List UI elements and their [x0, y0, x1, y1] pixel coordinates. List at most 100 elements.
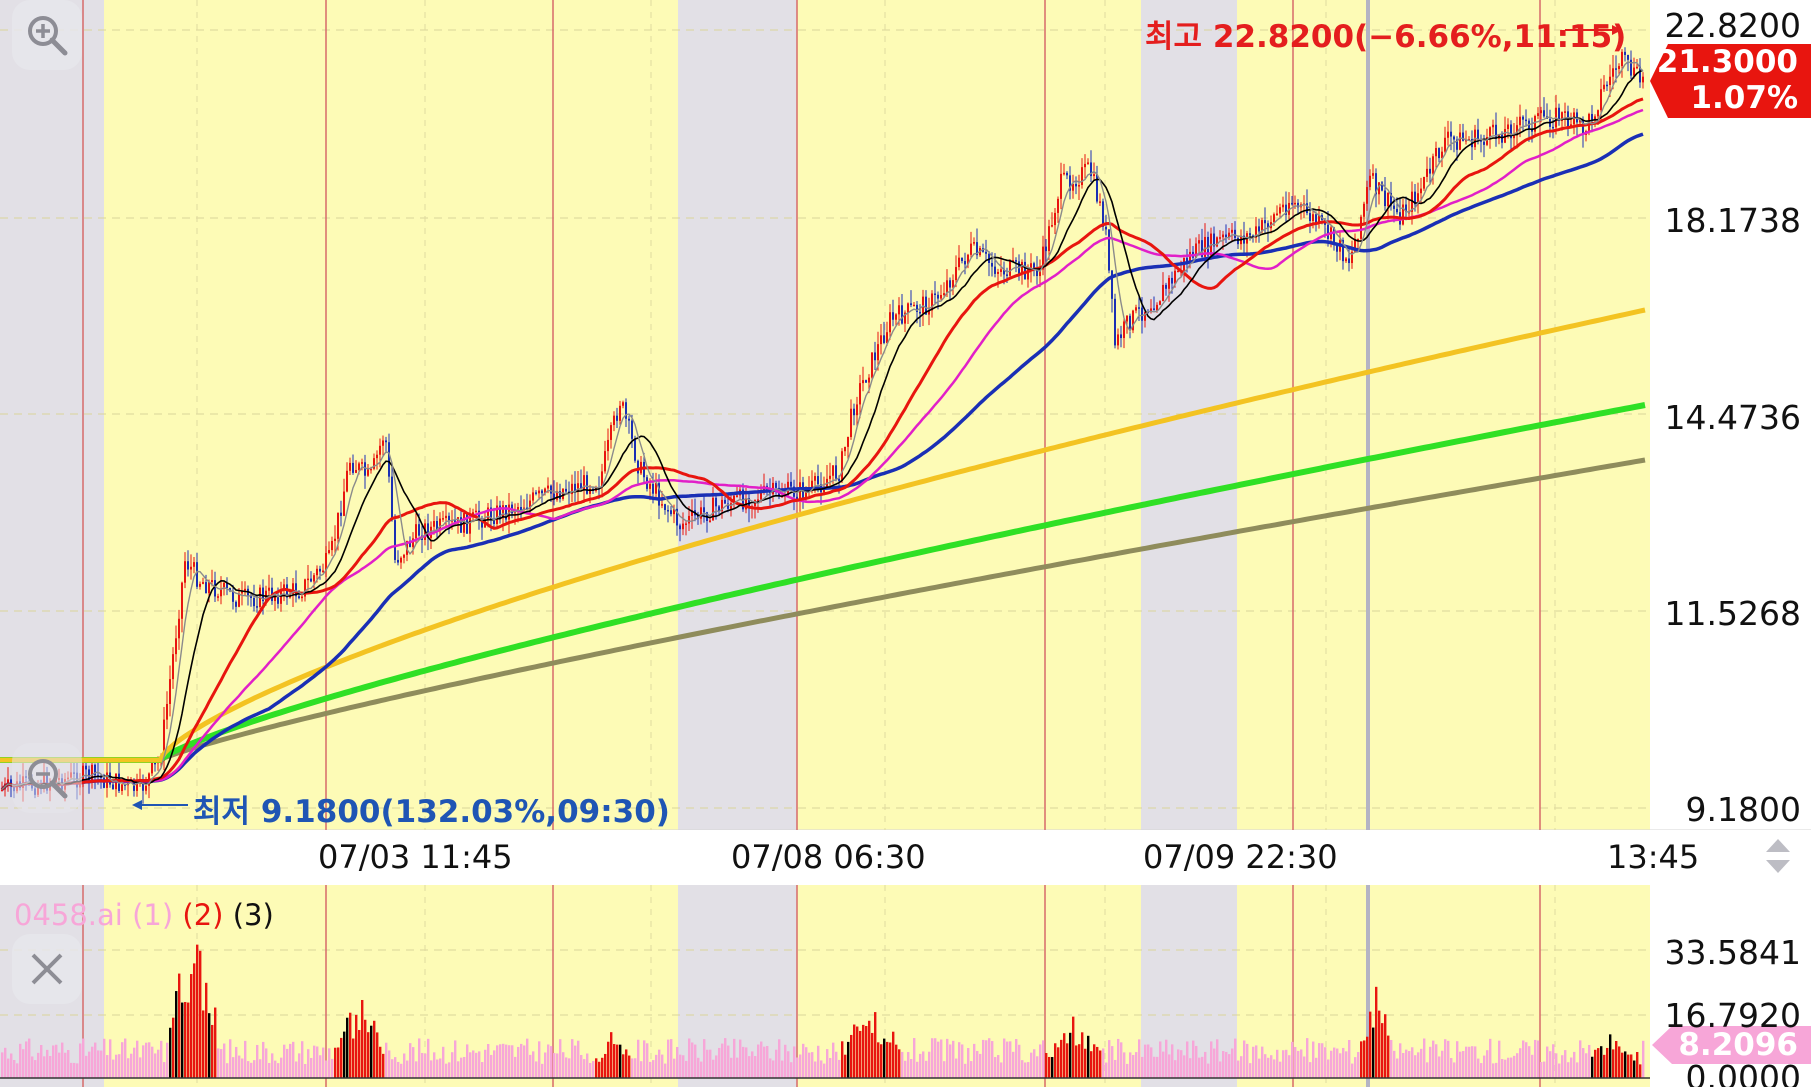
indicator-bar [1336, 1048, 1339, 1078]
indicator-bar [238, 1055, 241, 1078]
indicator-bar [1465, 1046, 1468, 1078]
indicator-bar [892, 1031, 895, 1078]
indicator-bar [148, 1042, 151, 1078]
candle [196, 562, 198, 587]
indicator-bar [895, 1044, 898, 1078]
indicator-bar [61, 1042, 64, 1078]
indicator-bar [1468, 1046, 1471, 1078]
indicator-bar [646, 1043, 649, 1078]
indicator-bar [1462, 1051, 1465, 1078]
candle [1612, 68, 1614, 77]
candle [1066, 172, 1068, 176]
indicator-bar [862, 1024, 865, 1078]
indicator-bar [718, 1047, 721, 1078]
candle [1384, 190, 1386, 207]
indicator-bar [1456, 1041, 1459, 1078]
candle [1198, 240, 1200, 244]
indicator-bar [88, 1051, 91, 1078]
indicator-bar [1201, 1056, 1204, 1078]
candle [1222, 234, 1224, 238]
zoom-out-button[interactable] [12, 743, 82, 813]
candle [871, 352, 873, 378]
candle [910, 303, 912, 306]
candle [1258, 226, 1260, 232]
indicator-bar [49, 1055, 52, 1078]
indicator-bar [136, 1040, 139, 1078]
candle [1015, 260, 1017, 262]
indicator-bar [19, 1043, 22, 1078]
indicator-bar [1048, 1056, 1051, 1078]
candle [352, 462, 354, 473]
indicator-bar [277, 1063, 280, 1078]
indicator-bar [124, 1038, 127, 1078]
indicator-bar [841, 1041, 844, 1078]
indicator-bar [82, 1038, 85, 1078]
indicator-bar [1414, 1055, 1417, 1078]
candle [1087, 162, 1089, 164]
indicator-bar [187, 1002, 190, 1078]
indicator-bar [1018, 1044, 1021, 1078]
candle [862, 380, 864, 384]
zoom-in-button[interactable] [12, 0, 82, 70]
price-axis-label: 18.1738 [1664, 201, 1801, 240]
current-price: 21.3000 [1656, 44, 1798, 80]
indicator-bar [946, 1038, 949, 1078]
indicator-bar [319, 1055, 322, 1078]
indicator-bar [1120, 1042, 1123, 1078]
scroll-arrows-icon[interactable] [1758, 832, 1798, 880]
candle [175, 638, 177, 655]
candle [889, 312, 891, 333]
candle [1054, 212, 1056, 226]
indicator-bar [1597, 1048, 1600, 1078]
indicator-bar [1114, 1059, 1117, 1078]
chart-stage[interactable]: 22.8200 18.1738 14.4736 11.5268 9.1800 2… [0, 0, 1811, 1087]
candle [1264, 220, 1266, 224]
indicator-bar [1408, 1051, 1411, 1078]
candle [664, 504, 666, 510]
indicator-bar [544, 1052, 547, 1078]
indicator-bar [961, 1044, 964, 1078]
indicator-bar [1225, 1051, 1228, 1078]
candle [1294, 202, 1296, 205]
indicator-bar [307, 1049, 310, 1078]
indicator-bar [391, 1059, 394, 1078]
indicator-bar [601, 1057, 604, 1078]
indicator-bar [1333, 1047, 1336, 1078]
indicator-bar [832, 1042, 835, 1078]
candle [907, 303, 909, 313]
indicator-bar [529, 1054, 532, 1078]
indicator-bar [91, 1046, 94, 1078]
indicator-bar [1345, 1051, 1348, 1078]
candle [1603, 84, 1605, 90]
candle [1000, 269, 1002, 272]
indicator-bar [580, 1054, 583, 1078]
indicator-bar [73, 1062, 76, 1078]
candle [937, 294, 939, 299]
indicator-bar [628, 1055, 631, 1078]
indicator-bar [4, 1047, 7, 1078]
indicator-bar [694, 1044, 697, 1078]
indicator-bar [256, 1044, 259, 1078]
indicator-bar [592, 1061, 595, 1078]
close-indicator-button[interactable] [12, 934, 82, 1004]
indicator-bar [1429, 1046, 1432, 1078]
indicator-bar [847, 1041, 850, 1078]
indicator-bar [1579, 1040, 1582, 1078]
candle [847, 436, 849, 447]
indicator-bar [1492, 1063, 1495, 1078]
indicator-bar [1366, 1036, 1369, 1078]
indicator-bar [1363, 1040, 1366, 1078]
indicator-bar [97, 1050, 100, 1078]
candle [442, 518, 444, 520]
indicator-bar [952, 1040, 955, 1078]
indicator-bar [352, 1038, 355, 1078]
indicator-bar [1639, 1064, 1642, 1078]
candle [400, 557, 402, 563]
candle [235, 601, 237, 607]
candle [565, 488, 567, 492]
indicator-bar [1249, 1063, 1252, 1078]
indicator-bar [394, 1057, 397, 1078]
indicator-bar [1507, 1057, 1510, 1078]
candle [604, 451, 606, 472]
indicator-bar [910, 1059, 913, 1078]
